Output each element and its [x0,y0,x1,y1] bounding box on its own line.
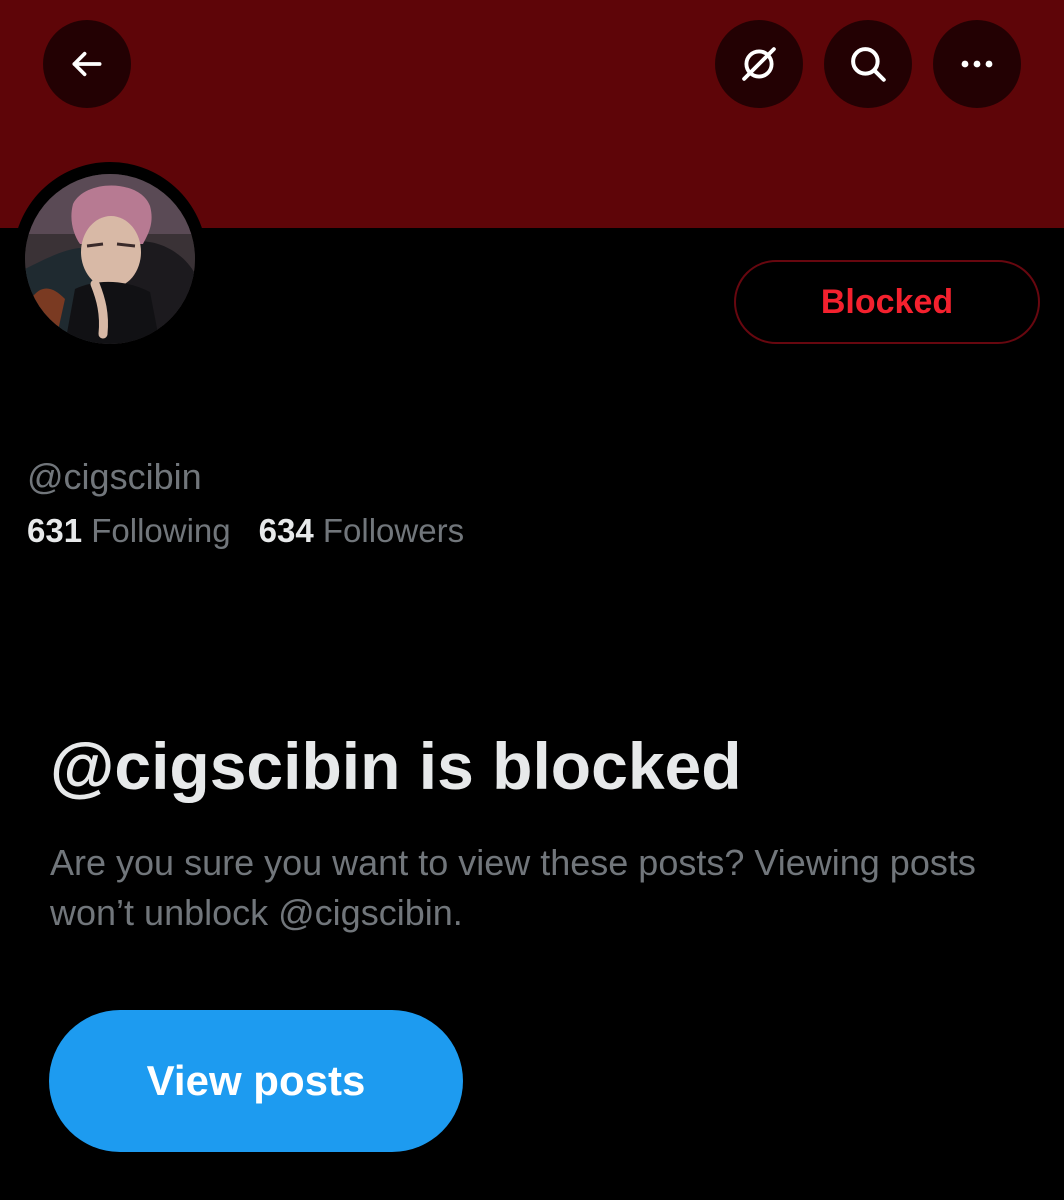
search-button[interactable] [824,20,912,108]
followers-count: 634 [258,512,314,549]
grok-button[interactable] [715,20,803,108]
blocked-title: @cigscibin is blocked [50,729,742,803]
search-icon [847,43,889,85]
more-button[interactable] [933,20,1021,108]
more-horizontal-icon [957,58,997,70]
profile-handle: @cigscibin [27,456,202,497]
arrow-left-icon [68,45,106,83]
avatar[interactable] [25,174,195,344]
followers-link[interactable]: 634 Followers [259,512,464,550]
blocked-button-label: Blocked [820,282,954,321]
following-count: 631 [27,512,83,549]
blocked-button[interactable]: Blocked [734,260,1040,344]
view-posts-button[interactable]: View posts [49,1010,463,1152]
slashed-circle-icon [738,43,780,85]
following-link[interactable]: 631 Following [27,512,231,550]
profile-stats: 631 Following 634 Followers [27,512,464,550]
following-label: Following [91,512,231,549]
view-posts-label: View posts [146,1057,366,1104]
followers-label: Followers [322,512,465,549]
blocked-description: Are you sure you want to view these post… [50,842,976,933]
back-button[interactable] [43,20,131,108]
